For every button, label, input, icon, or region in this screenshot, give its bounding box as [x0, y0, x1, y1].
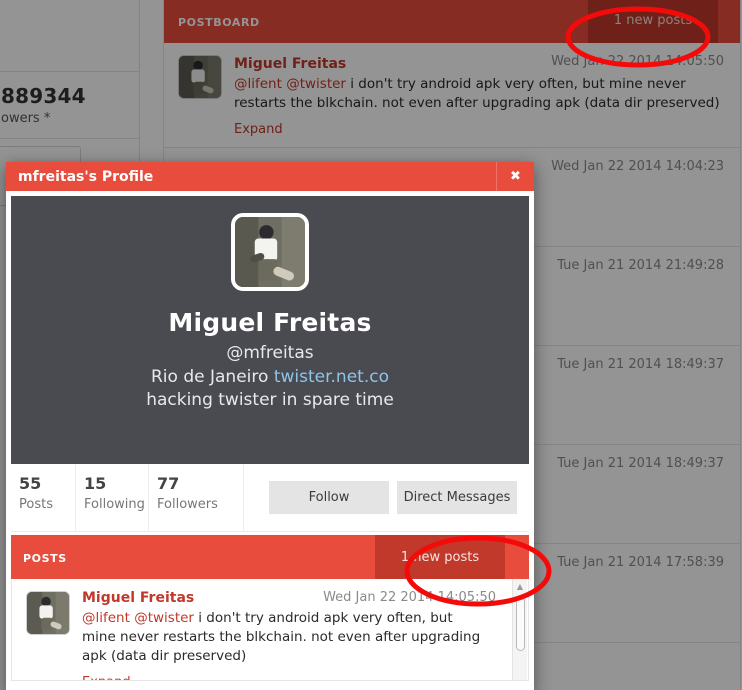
stat-followers[interactable]: 77 Followers	[149, 464, 244, 531]
stat-followers-value: 77	[157, 474, 180, 493]
stat-posts-value: 55	[19, 474, 42, 493]
posts-scrollbar[interactable]: ▲	[512, 579, 527, 680]
scrollbar-thumb[interactable]	[516, 597, 525, 651]
profile-posts-title: Posts	[23, 548, 67, 566]
post-author[interactable]: Miguel Freitas	[82, 590, 194, 606]
stat-posts[interactable]: 55 Posts	[11, 464, 76, 531]
post-timestamp: Wed Jan 22 2014 14:05:50	[323, 590, 496, 605]
profile-action-buttons: Follow Direct Messages	[269, 464, 529, 531]
profile-location: Rio de Janeiro	[151, 367, 269, 387]
profile-hero: Miguel Freitas @mfreitas Rio de Janeiro …	[11, 196, 529, 464]
stat-followers-label: Followers	[157, 497, 218, 512]
profile-posts-list: Wed Jan 22 2014 14:05:50 Miguel Freitas …	[11, 579, 529, 681]
stats-spacer	[244, 464, 269, 531]
post-text: @lifent @twister i don't try android apk…	[82, 609, 490, 666]
modal-titlebar: mfreitas's Profile ✖	[6, 162, 534, 191]
stat-following-value: 15	[84, 474, 107, 493]
profile-website-link[interactable]: twister.net.co	[274, 367, 389, 387]
scroll-up-icon[interactable]: ▲	[513, 580, 527, 592]
profile-new-posts-button[interactable]: 1 new posts	[375, 535, 505, 579]
stat-posts-label: Posts	[19, 497, 53, 512]
post-expand-link[interactable]: Expand	[82, 675, 490, 680]
profile-modal: mfreitas's Profile ✖ Miguel Freitas @mfr…	[6, 162, 534, 690]
stat-following-label: Following	[84, 497, 145, 512]
close-icon[interactable]: ✖	[496, 162, 534, 191]
stat-following[interactable]: 15 Following	[76, 464, 149, 531]
direct-messages-button[interactable]: Direct Messages	[397, 481, 517, 514]
profile-full-name: Miguel Freitas	[168, 308, 372, 337]
profile-stats-row: 55 Posts 15 Following 77 Followers Follo…	[11, 464, 529, 532]
modal-title: mfreitas's Profile	[18, 168, 154, 185]
follow-button[interactable]: Follow	[269, 481, 389, 514]
screenshot-root: 889344 owers * Postboard 1 new posts	[0, 0, 742, 690]
modal-body: Miguel Freitas @mfreitas Rio de Janeiro …	[6, 191, 534, 690]
profile-posts-header: Posts 1 new posts	[11, 535, 529, 579]
profile-username: @mfreitas	[226, 343, 314, 363]
avatar	[231, 213, 309, 291]
profile-post[interactable]: Wed Jan 22 2014 14:05:50 Miguel Freitas …	[12, 579, 528, 680]
profile-location-row: Rio de Janeiro twister.net.co	[151, 367, 389, 387]
post-mentions[interactable]: @lifent @twister	[82, 610, 194, 626]
profile-bio: hacking twister in spare time	[146, 390, 394, 410]
avatar	[26, 591, 70, 635]
